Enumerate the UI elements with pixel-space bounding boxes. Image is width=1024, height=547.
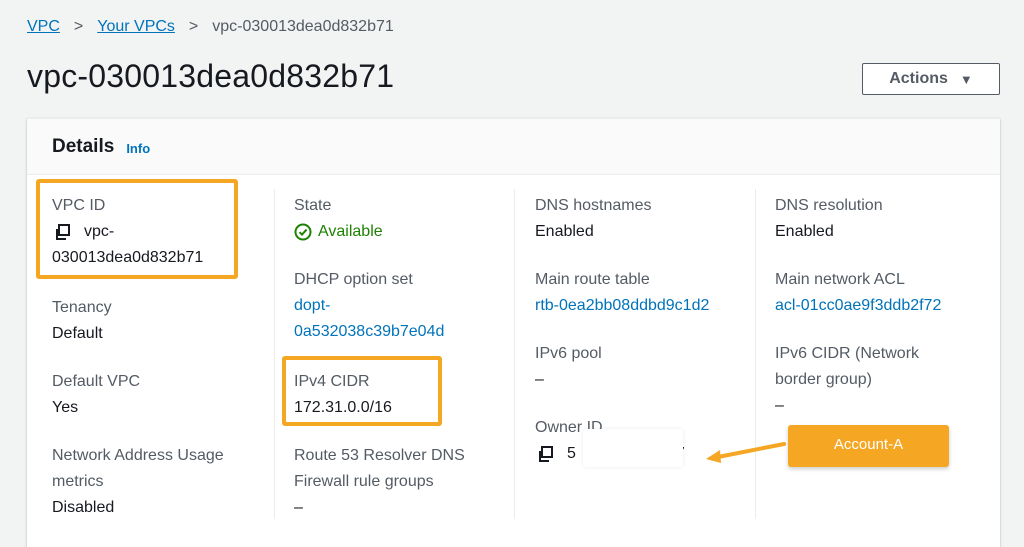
field-dns-hostnames: DNS hostnames Enabled	[535, 193, 755, 245]
field-label: State	[294, 197, 332, 214]
field-main-network-acl: Main network ACL acl-01cc0ae9f3ddb2f72	[775, 267, 995, 319]
field-label-line1: IPv6 CIDR (Network	[775, 345, 920, 362]
field-value: –	[294, 499, 303, 516]
main-network-acl-link[interactable]: acl-01cc0ae9f3ddb2f72	[775, 293, 995, 319]
field-value: Yes	[52, 399, 79, 416]
field-value: Enabled	[535, 223, 594, 240]
field-network-address-usage: Network Address Usage metrics Disabled	[52, 443, 272, 521]
owner-id-start: 5	[567, 445, 576, 462]
details-title: Details	[52, 135, 115, 157]
state-value: Available	[318, 223, 383, 240]
field-label: DNS hostnames	[535, 197, 652, 214]
field-value: Enabled	[775, 223, 834, 240]
field-label-line1: Network Address Usage	[52, 447, 224, 464]
arrow-icon	[706, 442, 786, 463]
field-value: –	[535, 371, 544, 388]
status-badge: Available	[294, 219, 514, 245]
field-ipv6-cidr: IPv6 CIDR (Network border group) –	[775, 341, 995, 419]
field-label: Tenancy	[52, 299, 112, 316]
field-dhcp-option-set: DHCP option set dopt- 0a532038c39b7e04d	[294, 267, 514, 345]
copy-icon[interactable]	[537, 445, 555, 463]
caret-down-icon: ▼	[959, 71, 973, 87]
field-label: IPv6 pool	[535, 345, 602, 362]
info-link[interactable]: Info	[126, 141, 150, 156]
field-value: Disabled	[52, 499, 115, 516]
field-label: DHCP option set	[294, 271, 413, 288]
breadcrumb-current: vpc-030013dea0d832b71	[212, 18, 394, 35]
field-default-vpc: Default VPC Yes	[52, 369, 272, 421]
field-value: –	[775, 397, 784, 414]
breadcrumb-separator: >	[73, 18, 84, 35]
main-route-table-link[interactable]: rtb-0ea2bb08ddbd9c1d2	[535, 293, 755, 319]
column-divider	[755, 189, 756, 519]
field-label: Default VPC	[52, 373, 141, 390]
dhcp-value-line1: dopt-	[294, 297, 331, 314]
breadcrumb: VPC > Your VPCs > vpc-030013dea0d832b71	[27, 18, 394, 36]
field-label-line2: border group)	[775, 371, 872, 388]
field-label-line2: Firewall rule groups	[294, 473, 434, 490]
field-ipv6-pool: IPv6 pool –	[535, 341, 755, 393]
breadcrumb-your-vpcs-link[interactable]: Your VPCs	[97, 18, 175, 36]
check-circle-icon	[294, 223, 312, 241]
breadcrumb-separator: >	[188, 18, 199, 35]
field-label-line1: Route 53 Resolver DNS	[294, 447, 465, 464]
actions-button[interactable]: Actions ▼	[862, 63, 1000, 95]
breadcrumb-vpc-link[interactable]: VPC	[27, 18, 60, 36]
vpc-id-highlight	[36, 179, 238, 279]
details-panel-header: Details Info	[27, 119, 1000, 175]
dhcp-option-set-link[interactable]: dopt- 0a532038c39b7e04d	[294, 293, 514, 345]
field-main-route-table: Main route table rtb-0ea2bb08ddbd9c1d2	[535, 267, 755, 319]
field-value: Default	[52, 325, 103, 342]
ipv4-cidr-highlight	[282, 356, 442, 426]
page-title: vpc-030013dea0d832b71	[27, 58, 395, 94]
field-tenancy: Tenancy Default	[52, 295, 272, 347]
field-label: Main route table	[535, 271, 650, 288]
owner-id-redaction	[583, 429, 683, 467]
actions-button-label: Actions	[889, 70, 948, 87]
account-badge: Account-A	[788, 425, 949, 467]
field-label-line2: metrics	[52, 473, 104, 490]
field-state: State Available	[294, 193, 514, 245]
field-label: Main network ACL	[775, 271, 905, 288]
field-dns-resolution: DNS resolution Enabled	[775, 193, 995, 245]
column-divider	[514, 189, 515, 519]
dhcp-value-line2: 0a532038c39b7e04d	[294, 323, 445, 340]
field-route53-resolver: Route 53 Resolver DNS Firewall rule grou…	[294, 443, 514, 521]
column-divider	[274, 189, 275, 519]
field-label: DNS resolution	[775, 197, 883, 214]
